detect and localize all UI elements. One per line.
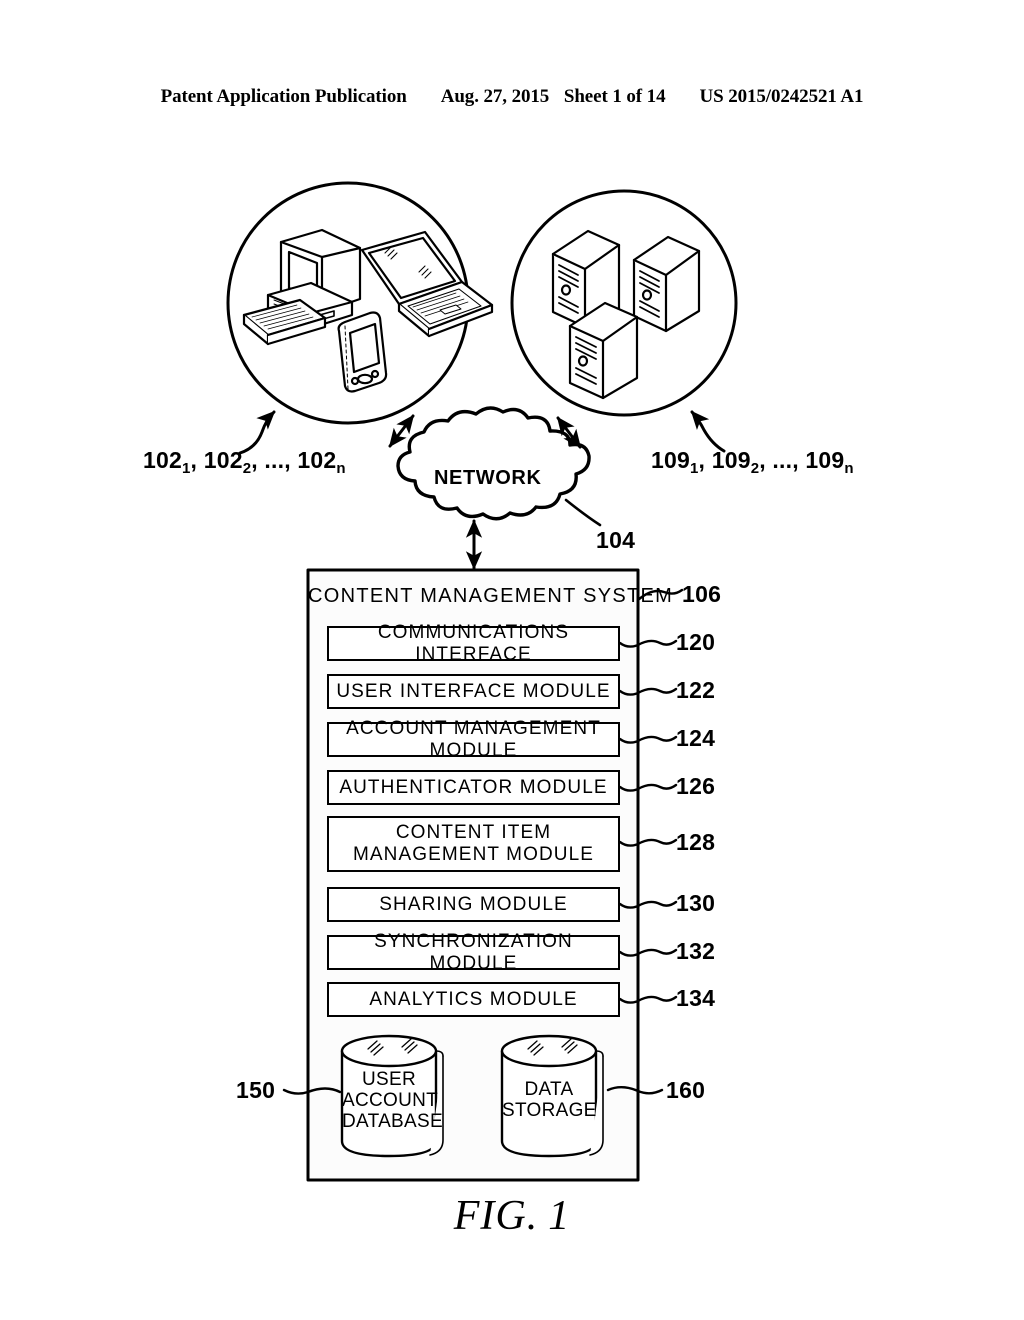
ref-number-106: 106 (682, 581, 722, 607)
module-account-management[interactable]: ACCOUNT MANAGEMENT MODULE (327, 718, 620, 761)
module-communications-interface[interactable]: COMMUNICATIONS INTERFACE (327, 622, 620, 665)
user-account-database-label: USER ACCOUNT DATABASE (342, 1069, 443, 1133)
module-label-line1: CONTENT ITEM (395, 821, 552, 843)
ref-number-160: 160 (666, 1077, 706, 1103)
ref-number-124: 124 (676, 725, 716, 751)
module-label-line2: MANAGEMENT MODULE (352, 844, 595, 865)
module-label: ANALYTICS MODULE (369, 988, 578, 1010)
module-label: ACCOUNT MANAGEMENT MODULE (346, 717, 601, 761)
ref-number-132: 132 (676, 938, 716, 964)
system-title: CONTENT MANAGEMENT SYSTEM (308, 585, 674, 607)
network-cloud (396, 406, 591, 521)
figure-caption-number: 1 (548, 1193, 571, 1239)
ref-number-130: 130 (676, 890, 716, 916)
server-cluster-label: 1091, 1092, ..., 109n (651, 447, 854, 477)
module-authenticator[interactable]: AUTHENTICATOR MODULE (327, 770, 620, 805)
module-content-item-management[interactable]: CONTENT ITEM MANAGEMENT MODULE (327, 816, 620, 872)
ref-number-134: 134 (676, 985, 716, 1011)
module-label: USER INTERFACE MODULE (336, 680, 611, 702)
module-label: SHARING MODULE (379, 893, 568, 915)
module-synchronization[interactable]: SYNCHRONIZATION MODULE (327, 931, 620, 974)
ref-number-126: 126 (676, 773, 716, 799)
ref-number-128: 128 (676, 829, 716, 855)
network-label: NETWORK (434, 467, 542, 489)
client-cluster-label: 1021, 1022, ..., 102n (143, 447, 346, 477)
module-label: AUTHENTICATOR MODULE (339, 776, 608, 798)
server-label-leader (690, 410, 726, 453)
module-label: COMMUNICATIONS INTERFACE (377, 621, 570, 665)
module-user-interface[interactable]: USER INTERFACE MODULE (327, 674, 620, 709)
ref-number-120: 120 (676, 629, 716, 655)
db-label-line2: ACCOUNT (342, 1089, 439, 1111)
figure-caption-prefix: FIG. (453, 1193, 539, 1239)
db-label-line1: USER (362, 1069, 416, 1090)
network-ref-leader (564, 498, 602, 527)
ref-number-104: 104 (596, 527, 636, 553)
figure-caption: FIG. 1 (0, 1192, 1024, 1240)
module-sharing[interactable]: SHARING MODULE (327, 887, 620, 922)
ref-number-122: 122 (676, 677, 716, 703)
module-analytics[interactable]: ANALYTICS MODULE (327, 982, 620, 1017)
db-label-line1: DATA (524, 1079, 574, 1100)
db-label-line2: STORAGE (502, 1099, 597, 1121)
handheld-device-icon (337, 311, 388, 393)
data-storage-label: DATA STORAGE (502, 1079, 597, 1122)
db-label-line3: DATABASE (342, 1110, 443, 1132)
ref-number-150: 150 (236, 1077, 276, 1103)
module-label: SYNCHRONIZATION MODULE (374, 930, 573, 974)
